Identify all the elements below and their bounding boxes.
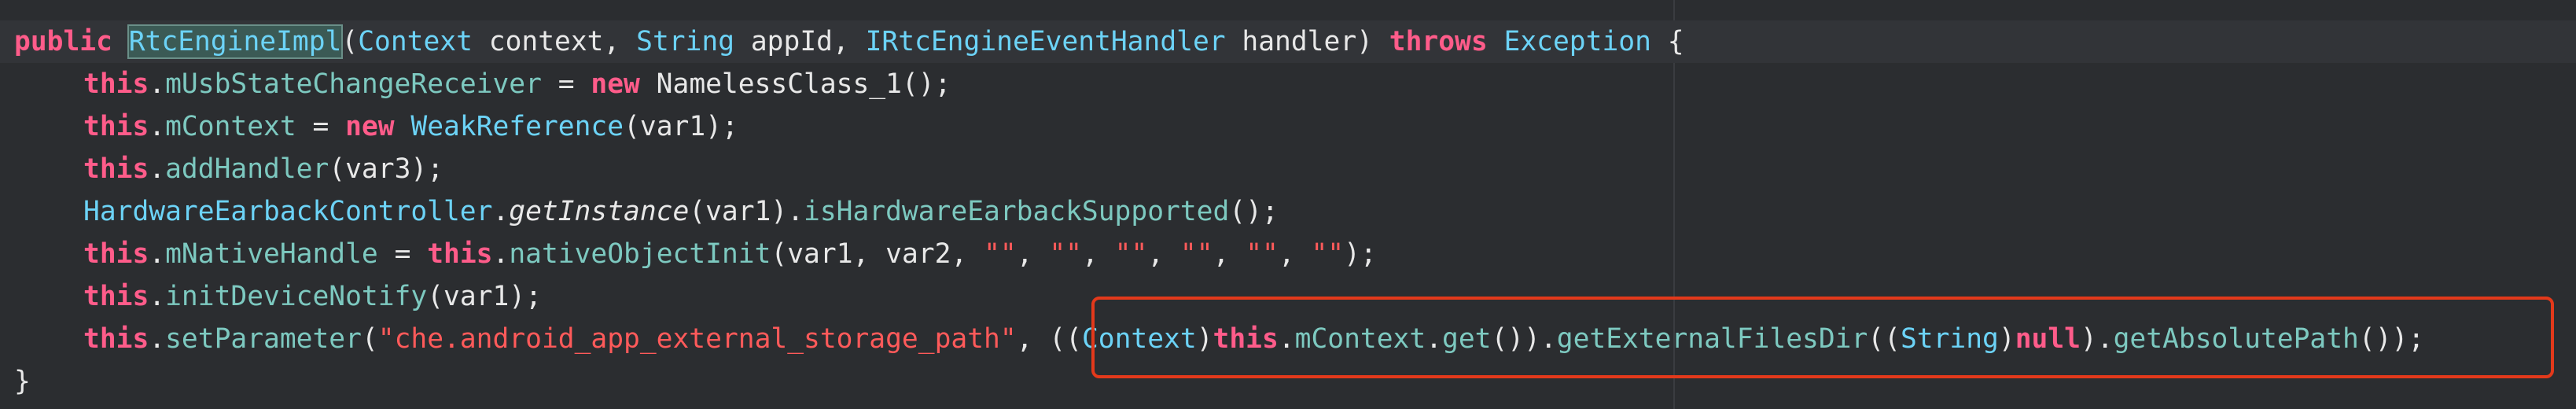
type-name: WeakReference bbox=[410, 111, 624, 142]
code-line-1[interactable]: public RtcEngineImpl(Context context, St… bbox=[0, 20, 2576, 63]
token: . bbox=[149, 153, 166, 185]
token: handler) bbox=[1225, 26, 1389, 57]
string-literal: "che.android_app_external_storage_path" bbox=[377, 323, 1017, 355]
token: . bbox=[149, 323, 166, 355]
token: . bbox=[492, 196, 510, 227]
token: (var1, var2, bbox=[771, 238, 984, 270]
token: . bbox=[492, 238, 510, 270]
token: = bbox=[296, 111, 346, 142]
keyword-this: this bbox=[83, 238, 149, 270]
type-string: String bbox=[636, 26, 735, 57]
method-name: isHardwareEarbackSupported bbox=[804, 196, 1230, 227]
token: ); bbox=[1344, 238, 1377, 270]
token: , bbox=[1081, 238, 1115, 270]
token: { bbox=[1650, 26, 1684, 57]
string-literal: "" bbox=[1246, 238, 1279, 270]
token: ( bbox=[341, 26, 359, 57]
type-name: HardwareEarbackController bbox=[83, 196, 493, 227]
keyword-new: new bbox=[345, 111, 395, 142]
token: (var3); bbox=[329, 153, 444, 185]
token: ( bbox=[361, 323, 378, 355]
selected-class-name[interactable]: RtcEngineImpl bbox=[127, 24, 344, 59]
type-exception: Exception bbox=[1503, 26, 1651, 57]
token: context, bbox=[472, 26, 637, 57]
keyword-throws: throws bbox=[1389, 26, 1488, 57]
token: = bbox=[541, 68, 591, 100]
annotation-highlight-box bbox=[1091, 297, 2554, 378]
token: . bbox=[149, 68, 166, 100]
token: , bbox=[1147, 238, 1180, 270]
field-name: mUsbStateChangeReceiver bbox=[165, 68, 542, 100]
token: = bbox=[377, 238, 428, 270]
code-line-2[interactable]: this.mUsbStateChangeReceiver = new Namel… bbox=[0, 63, 2576, 105]
token: , bbox=[1213, 238, 1246, 270]
method-name: setParameter bbox=[165, 323, 362, 355]
string-literal: "" bbox=[1311, 238, 1345, 270]
keyword-this: this bbox=[83, 111, 149, 142]
keyword-this: this bbox=[83, 68, 149, 100]
token: NamelessClass_1(); bbox=[639, 68, 951, 100]
type-handler: IRtcEngineEventHandler bbox=[865, 26, 1226, 57]
token: (var1). bbox=[689, 196, 804, 227]
closing-brace: } bbox=[14, 366, 31, 397]
keyword-this: this bbox=[83, 281, 149, 312]
code-line-4[interactable]: this.addHandler(var3); bbox=[0, 148, 2576, 190]
token: , bbox=[1016, 238, 1050, 270]
code-line-3[interactable]: this.mContext = new WeakReference(var1); bbox=[0, 105, 2576, 148]
string-literal: "" bbox=[1049, 238, 1082, 270]
token: . bbox=[149, 238, 166, 270]
string-literal: "" bbox=[1179, 238, 1213, 270]
type-context: Context bbox=[358, 26, 473, 57]
code-line-6[interactable]: this.mNativeHandle = this.nativeObjectIn… bbox=[0, 233, 2576, 275]
token: (var1); bbox=[427, 281, 542, 312]
keyword-new: new bbox=[591, 68, 640, 100]
field-name: mNativeHandle bbox=[165, 238, 378, 270]
token: . bbox=[149, 111, 166, 142]
keyword-this: this bbox=[83, 323, 149, 355]
static-method-name: getInstance bbox=[509, 196, 690, 227]
token: . bbox=[149, 281, 166, 312]
method-name: nativeObjectInit bbox=[509, 238, 771, 270]
method-name: addHandler bbox=[165, 153, 329, 185]
method-name: initDeviceNotify bbox=[165, 281, 428, 312]
string-literal: "" bbox=[1114, 238, 1148, 270]
string-literal: "" bbox=[984, 238, 1017, 270]
token: (var1); bbox=[624, 111, 738, 142]
token: , (( bbox=[1016, 323, 1082, 355]
keyword-this: this bbox=[83, 153, 149, 185]
keyword-this: this bbox=[427, 238, 493, 270]
token: appId, bbox=[734, 26, 866, 57]
token: (); bbox=[1229, 196, 1279, 227]
token: , bbox=[1278, 238, 1312, 270]
field-name: mContext bbox=[165, 111, 296, 142]
code-editor[interactable]: public RtcEngineImpl(Context context, St… bbox=[0, 0, 2576, 409]
code-line-5[interactable]: HardwareEarbackController.getInstance(va… bbox=[0, 190, 2576, 233]
keyword-public: public bbox=[14, 26, 129, 57]
